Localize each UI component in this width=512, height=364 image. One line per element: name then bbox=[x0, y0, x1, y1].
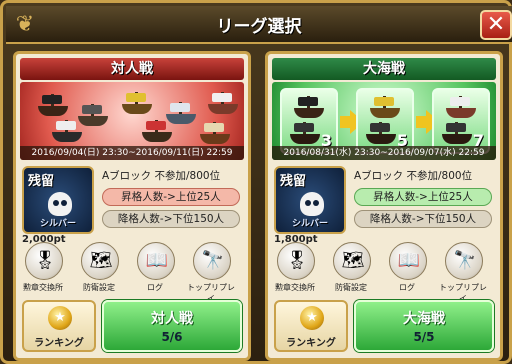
window-title: リーグ選択 bbox=[216, 17, 302, 37]
league-select-window: ❦ リーグ選択 ✕ 対人戦 2016/09/04(日) 23:30~2016/0… bbox=[0, 0, 512, 364]
ship-icon bbox=[368, 94, 402, 120]
ship-icon bbox=[444, 94, 478, 120]
close-button[interactable]: ✕ bbox=[480, 10, 512, 40]
pvp-start-button[interactable]: 対人戦 5/6 bbox=[102, 300, 242, 352]
sea-battle-attempts: 5/5 bbox=[413, 330, 435, 344]
medal-exchange-button[interactable]: 🎖 勲章交換所 bbox=[268, 242, 322, 298]
ship-icon bbox=[140, 118, 174, 144]
sea-battle-banner: 3 5 7 2016/08/31(水) 23:30~2016/09/07(水) … bbox=[272, 82, 496, 160]
sea-battle-period: 2016/08/31(水) 23:30~2016/09/07(水) 22:59 bbox=[272, 146, 496, 160]
block-info: Aブロック 不参加/800位 bbox=[102, 170, 221, 182]
arrow-icon bbox=[340, 116, 350, 128]
block-info: Aブロック 不参加/800位 bbox=[354, 170, 473, 182]
ship-icon bbox=[292, 94, 326, 120]
medal-icon: 🎖 bbox=[33, 250, 57, 271]
ship-icon bbox=[36, 92, 70, 118]
rank-tier: シルバー bbox=[39, 219, 76, 229]
pvp-panel: 対人戦 2016/09/04(日) 23:30~2016/09/11(日) 22… bbox=[13, 51, 251, 361]
map-icon: 🗺 bbox=[341, 250, 365, 271]
ship-icon bbox=[50, 118, 84, 144]
fleet-stage: 7 bbox=[432, 88, 490, 154]
pvp-banner: 2016/09/04(日) 23:30~2016/09/11(日) 22:59 bbox=[20, 82, 244, 160]
book-icon: 📖 bbox=[397, 250, 421, 271]
ranking-button[interactable]: ★ ランキング bbox=[274, 300, 348, 352]
rank-status: 残留 bbox=[28, 174, 55, 189]
skull-icon bbox=[300, 192, 324, 216]
skull-icon bbox=[48, 192, 72, 216]
ship-icon bbox=[440, 120, 474, 146]
pvp-mode-title: 対人戦 bbox=[20, 58, 244, 80]
fleet-stage: 5 bbox=[356, 88, 414, 154]
rank-status: 残留 bbox=[280, 174, 307, 189]
rank-tier: シルバー bbox=[291, 219, 328, 229]
top-replay-button[interactable]: 🔭 トップリプレイ bbox=[184, 242, 238, 303]
sea-battle-panel: 大海戦 3 5 7 2016/08/31(水) 23:30~2016/09/07… bbox=[265, 51, 503, 361]
binoculars-icon: 🔭 bbox=[201, 250, 225, 271]
demotion-info: 降格人数->下位150人 bbox=[354, 210, 492, 228]
log-button[interactable]: 📖 ログ bbox=[380, 242, 434, 298]
sea-battle-mode-title: 大海戦 bbox=[272, 58, 496, 80]
promotion-info: 昇格人数->上位25人 bbox=[354, 188, 492, 206]
arrow-icon bbox=[416, 116, 426, 128]
pvp-period: 2016/09/04(日) 23:30~2016/09/11(日) 22:59 bbox=[20, 146, 244, 160]
title-bar: ❦ リーグ選択 ✕ bbox=[6, 6, 512, 44]
pvp-attempts: 5/6 bbox=[161, 330, 183, 344]
ship-icon bbox=[206, 90, 240, 116]
map-icon: 🗺 bbox=[89, 250, 113, 271]
binoculars-icon: 🔭 bbox=[453, 250, 477, 271]
book-icon: 📖 bbox=[145, 250, 169, 271]
medal-exchange-button[interactable]: 🎖 勲章交換所 bbox=[16, 242, 70, 298]
defense-settings-button[interactable]: 🗺 防衛設定 bbox=[72, 242, 126, 298]
sea-battle-start-button[interactable]: 大海戦 5/5 bbox=[354, 300, 494, 352]
ranking-button[interactable]: ★ ランキング bbox=[22, 300, 96, 352]
log-button[interactable]: 📖 ログ bbox=[128, 242, 182, 298]
promotion-info: 昇格人数->上位25人 bbox=[102, 188, 240, 206]
ship-icon bbox=[120, 90, 154, 116]
ship-icon bbox=[364, 120, 398, 146]
top-replay-button[interactable]: 🔭 トップリプレイ bbox=[436, 242, 490, 303]
league-rank-emblem: 残留 シルバー bbox=[22, 166, 94, 234]
league-rank-emblem: 残留 シルバー bbox=[274, 166, 346, 234]
fleet-stage: 3 bbox=[280, 88, 338, 154]
trophy-icon: ★ bbox=[300, 306, 324, 330]
defense-settings-button[interactable]: 🗺 防衛設定 bbox=[324, 242, 378, 298]
ship-icon bbox=[198, 120, 232, 146]
demotion-info: 降格人数->下位150人 bbox=[102, 210, 240, 228]
trophy-icon: ★ bbox=[48, 306, 72, 330]
medal-icon: 🎖 bbox=[285, 250, 309, 271]
ship-icon bbox=[288, 120, 322, 146]
